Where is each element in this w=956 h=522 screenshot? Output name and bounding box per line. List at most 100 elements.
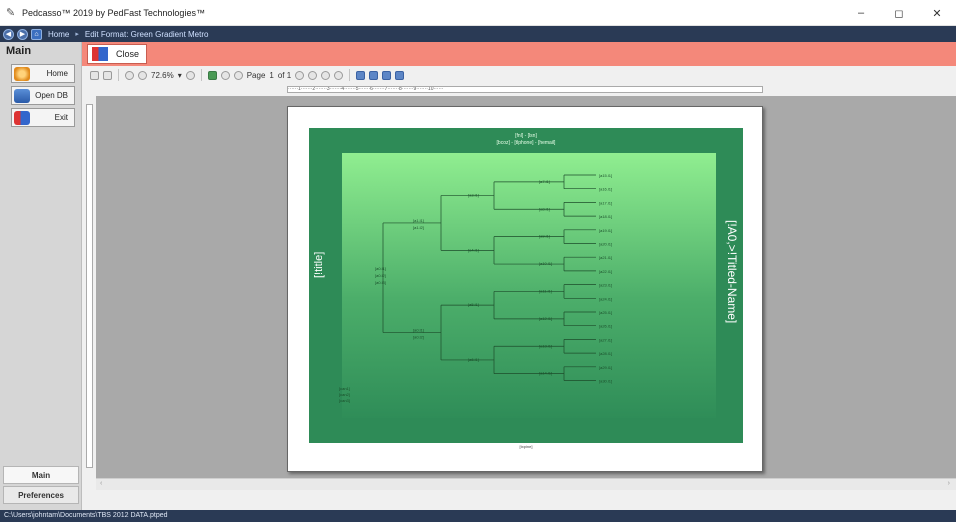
grid-view-icon[interactable] [395,70,405,80]
exit-door-icon [92,47,108,61]
tree-field: [a23.l1] [599,283,612,288]
close-window-button[interactable]: ✕ [918,0,956,26]
tree-field: [a14.l1] [539,371,552,376]
scroll-right-icon[interactable]: › [948,480,950,487]
tree-field: [can2] [339,392,350,397]
chart-frame: [fnl] - [lsn] [bcoz] - [tlphone] - [hema… [309,128,743,443]
forward-icon[interactable] [334,70,344,80]
multi-page-icon[interactable] [382,70,392,80]
sidebar: Main Home Open DB Exit Main Preferences [0,42,82,510]
status-bar: C:\Users\johntam\Documents\TBS 2012 DATA… [0,510,956,522]
last-page-icon[interactable] [308,70,318,80]
sidebar-tab-main[interactable]: Main [3,466,79,484]
close-button[interactable]: Close [87,44,147,64]
tree-field: [a0.l2] [375,273,386,278]
preview-toolbar: 72.6% ▾ Page 1 of 1 [82,66,956,84]
single-page-icon[interactable] [356,70,366,80]
tree-field: [a9.l1] [539,234,550,239]
page-label: Page [246,70,266,80]
toolbar-divider [200,69,202,81]
minimize-button[interactable]: – [842,0,880,26]
exit-door-icon [14,110,30,125]
zoom-in-icon[interactable] [185,70,195,80]
tree-field: [a6.l1] [468,357,479,362]
horizontal-ruler: ······1·······2·······3·······4·······5·… [287,86,763,93]
tree-field: [a29.l1] [599,365,612,370]
file-path: C:\Users\johntam\Documents\TBS 2012 DATA… [4,512,168,519]
page-footer: [txpine] [519,444,533,449]
home-icon[interactable]: ⌂ [31,28,42,40]
back-icon[interactable] [321,70,331,80]
toolbar-divider [118,69,119,81]
tree-field: [can3] [339,398,350,403]
tree-field: [a13.l1] [539,343,552,348]
toolbar-divider [349,69,351,81]
breadcrumb-home[interactable]: Home [48,30,69,39]
tree-field: [a7.l1] [539,179,550,184]
horizontal-scrollbar[interactable]: ‹ › [96,478,956,490]
tree-field: [a10.l1] [539,261,552,266]
breadcrumb-separator-icon: ▸ [75,31,79,38]
tree-field: [a0.l1] [413,328,424,333]
tree-field: [a21.l1] [599,255,612,260]
fit-page-icon[interactable] [207,70,217,80]
tree-field: [a11.l1] [539,288,552,293]
tree-field: [a20.l1] [599,242,612,247]
breadcrumb-current: Edit Format: Green Gradient Metro [84,29,209,39]
tree-field: [a25.l1] [599,310,612,315]
first-page-icon[interactable] [220,70,230,80]
navigation-bar: ◀ ▶ ⌂ Home ▸ Edit Format: Green Gradient… [0,26,956,42]
sidebar-open-db-label: Open DB [35,91,68,100]
sidebar-home-button[interactable]: Home [11,64,75,83]
sidebar-home-label: Home [46,69,68,78]
page-number-input[interactable]: 1 [269,71,273,80]
tree-field: [a1.l1] [413,218,424,223]
close-button-label: Close [116,49,140,59]
tree-field: [a24.l1] [599,296,612,301]
maximize-button[interactable]: ◻ [880,0,918,26]
tree-field: [a16.l1] [599,187,612,192]
window-titlebar: ✎ Pedcasso™ 2019 by PedFast Technologies… [0,0,956,26]
tree-field: [a27.l1] [599,337,612,342]
zoom-icon[interactable] [125,70,134,80]
tree-field: [a22.l1] [599,269,612,274]
scroll-left-icon[interactable]: ‹ [100,480,102,487]
tree-field: [a26.l1] [599,324,612,329]
tree-field: [a0.l1] [375,266,386,271]
window-title: Pedcasso™ 2019 by PedFast Technologies™ [22,7,205,18]
tree-field: [a30.l1] [599,379,612,384]
tree-field: [a3.l1] [468,193,479,198]
database-icon [14,88,30,103]
two-page-icon[interactable] [369,70,379,80]
tree-field: [a12.l1] [539,316,552,321]
sidebar-tab-preferences[interactable]: Preferences [3,486,79,504]
sidebar-title: Main [6,45,32,57]
pedigree-tree: [a15.l1] [a16.l1] [a17.l1] [a18.l1] [a19.l1]… [339,173,612,403]
sidebar-exit-button[interactable]: Exit [11,108,75,127]
tree-field: [a28.l1] [599,351,612,356]
tree-field: [a8.l1] [539,206,550,211]
zoom-out-icon[interactable] [138,70,147,80]
next-page-icon[interactable] [295,70,305,80]
window-controls: – ◻ ✕ [842,0,956,26]
sidebar-exit-label: Exit [54,113,68,122]
previous-page-icon[interactable] [233,70,243,80]
back-arrow-icon[interactable]: ◀ [3,28,14,40]
zoom-level[interactable]: 72.6% [151,71,174,80]
page-of-label: of 1 [277,70,292,80]
vertical-ruler [86,104,93,468]
tree-field: [a1.l2] [413,225,424,230]
tree-field: [a18.l1] [599,214,612,219]
preview-page: [fnl] - [lsn] [bcoz] - [tlphone] - [hema… [287,106,763,472]
zoom-dropdown-icon[interactable]: ▾ [178,71,182,80]
sidebar-open-db-button[interactable]: Open DB [11,86,75,105]
tree-field: [a19.l1] [599,228,612,233]
forward-arrow-icon[interactable]: ▶ [17,28,28,40]
app-icon: ✎ [6,6,16,19]
printer-setup-icon[interactable] [103,70,112,80]
print-icon[interactable] [90,70,99,80]
home-circle-icon [14,66,30,81]
tree-field: [can1] [339,386,350,391]
close-bar: Close [82,42,956,66]
tree-field: [a5.l1] [468,302,479,307]
